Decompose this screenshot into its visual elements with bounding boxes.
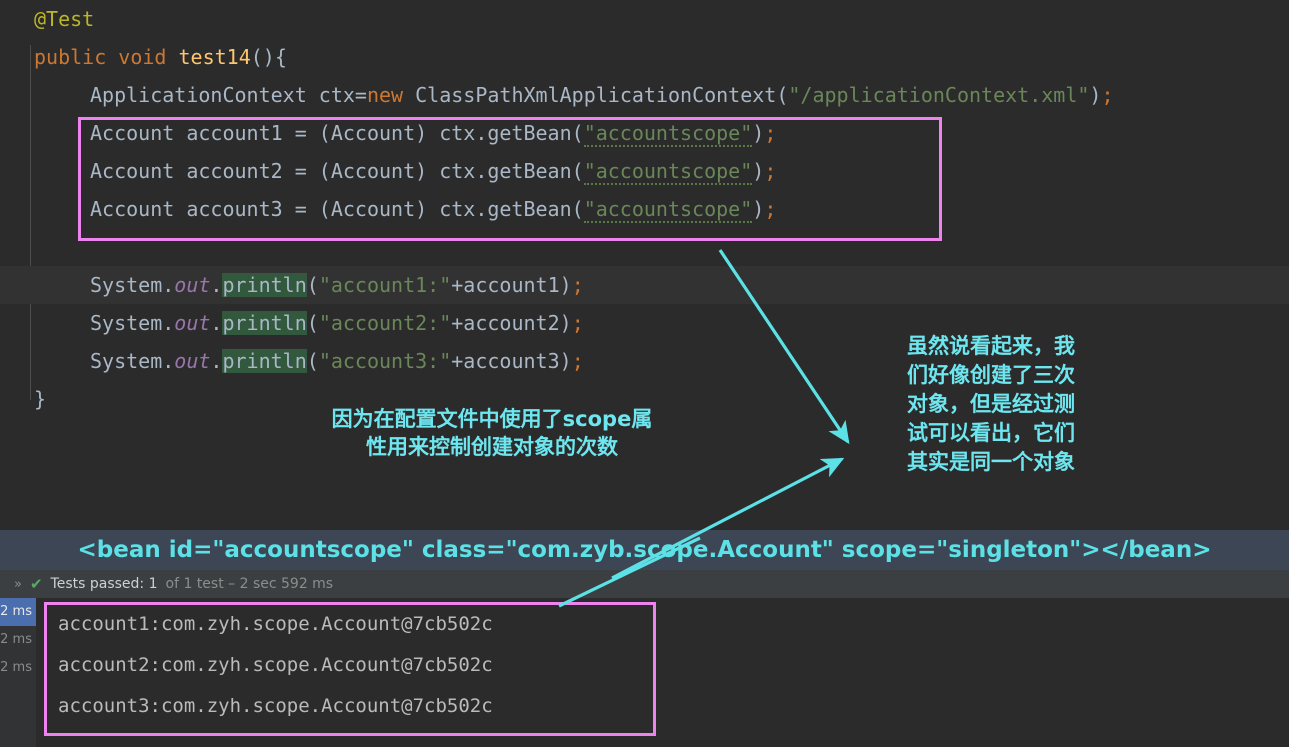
code-line-text: Account account1 = (Account) ctx.getBean… [0, 121, 777, 147]
code-token: "accountscope" [583, 159, 753, 185]
code-line[interactable]: System.out.println("account1:"+account1)… [0, 266, 1289, 304]
bean-config-text: <bean id="accountscope" class="com.zyb.s… [77, 537, 1212, 563]
code-line[interactable]: @Test [0, 0, 1289, 38]
console-timing-gutter[interactable]: 2 ms 2 ms 2 ms [0, 598, 36, 747]
expand-chevron-icon[interactable]: » [14, 577, 22, 592]
code-token: out [174, 273, 211, 297]
console-timing-row[interactable]: 2 ms [0, 654, 36, 682]
code-token: ; [764, 197, 777, 221]
code-line-text: } [0, 387, 46, 411]
code-token: +account1) [451, 273, 572, 297]
code-token: "accountscope" [583, 121, 753, 147]
code-token: void [118, 45, 167, 69]
bean-config-banner: <bean id="accountscope" class="com.zyb.s… [0, 530, 1289, 570]
code-token: ClassPathXmlApplicationContext( [403, 83, 789, 107]
code-token: ) [752, 121, 765, 145]
code-token: . [210, 349, 223, 373]
code-token: @Test [34, 7, 95, 31]
console-timing-row[interactable]: 2 ms [0, 626, 36, 654]
annotation-note-scope-attribute: 因为在配置文件中使用了scope属 性用来控制创建对象的次数 [331, 407, 653, 459]
code-token: ( [306, 349, 319, 373]
code-token: ( [306, 273, 319, 297]
code-token: "/applicationContext.xml" [788, 83, 1090, 107]
code-token: "accountscope" [583, 197, 753, 223]
code-token: ) [752, 159, 765, 183]
code-line[interactable]: Account account1 = (Account) ctx.getBean… [0, 114, 1289, 152]
code-token: "account2:" [318, 311, 452, 335]
code-token: +account2) [451, 311, 572, 335]
code-token: ) [752, 197, 765, 221]
code-line-text: Account account3 = (Account) ctx.getBean… [0, 197, 777, 223]
console-timing-row[interactable]: 2 ms [0, 598, 36, 626]
code-line-text: @Test [0, 7, 94, 31]
code-token: new [366, 83, 404, 107]
code-token: System. [90, 273, 175, 297]
code-token: ; [571, 349, 584, 373]
test-status-bar[interactable]: » ✔ Tests passed: 1 of 1 test – 2 sec 59… [0, 570, 1289, 598]
code-token: println [222, 273, 307, 297]
check-mark-icon: ✔ [29, 575, 43, 593]
code-line-text: ApplicationContext ctx=new ClassPathXmlA… [0, 83, 1114, 107]
code-token: System. [90, 349, 175, 373]
code-line-text: Account account2 = (Account) ctx.getBean… [0, 159, 777, 185]
console-output-line: account3:com.zyh.scope.Account@7cb502c [58, 695, 493, 717]
code-token: System. [90, 311, 175, 335]
tests-passed-label: Tests passed: 1 [50, 576, 158, 592]
code-line-text: System.out.println("account3:"+account3)… [0, 349, 584, 373]
code-token: out [174, 311, 211, 335]
code-token: } [34, 387, 47, 411]
code-token: ( [306, 311, 319, 335]
code-token: Account account3 = (Account) ctx.getBean… [90, 197, 584, 221]
code-token: ; [1101, 83, 1114, 107]
code-token: Account account1 = (Account) ctx.getBean… [90, 121, 584, 145]
code-token: public [34, 45, 107, 69]
code-line-text: System.out.println("account2:"+account2)… [0, 311, 584, 335]
code-token: ; [571, 273, 584, 297]
console-output-panel[interactable]: 2 ms 2 ms 2 ms account1:com.zyh.scope.Acco… [0, 598, 1289, 747]
console-output-line: account2:com.zyh.scope.Account@7cb502c [58, 654, 493, 676]
code-token: ; [764, 121, 777, 145]
code-token: ; [764, 159, 777, 183]
code-token: ApplicationContext ctx= [90, 83, 367, 107]
console-output-line: account1:com.zyh.scope.Account@7cb502c [58, 613, 493, 635]
code-token: out [174, 349, 211, 373]
code-token: println [222, 311, 307, 335]
code-token: Account account2 = (Account) ctx.getBean… [90, 159, 584, 183]
annotation-note-same-object: 虽然说看起来，我 们好像创建了三次 对象，但是经过测 试可以看出，它们 其实是同… [907, 334, 1075, 474]
code-token: +account3) [451, 349, 572, 373]
code-line-text: System.out.println("account1:"+account1)… [0, 273, 584, 297]
code-line[interactable]: Account account3 = (Account) ctx.getBean… [0, 190, 1289, 228]
code-token: "account3:" [318, 349, 452, 373]
code-token: . [210, 311, 223, 335]
code-token: test14 [178, 45, 251, 69]
code-line-text: public void test14(){ [0, 45, 287, 69]
code-token: (){ [250, 45, 287, 69]
screen: @Test public void test14(){ ApplicationCon… [0, 0, 1289, 747]
tests-duration-label: of 1 test – 2 sec 592 ms [165, 576, 334, 592]
code-line[interactable]: ApplicationContext ctx=new ClassPathXmlA… [0, 76, 1289, 114]
code-token: ) [1089, 83, 1102, 107]
code-line[interactable]: public void test14(){ [0, 38, 1289, 76]
code-line[interactable]: Account account2 = (Account) ctx.getBean… [0, 152, 1289, 190]
code-token: "account1:" [318, 273, 452, 297]
code-token: ; [571, 311, 584, 335]
code-line[interactable] [0, 228, 1289, 266]
code-token: println [222, 349, 307, 373]
code-token: . [210, 273, 223, 297]
